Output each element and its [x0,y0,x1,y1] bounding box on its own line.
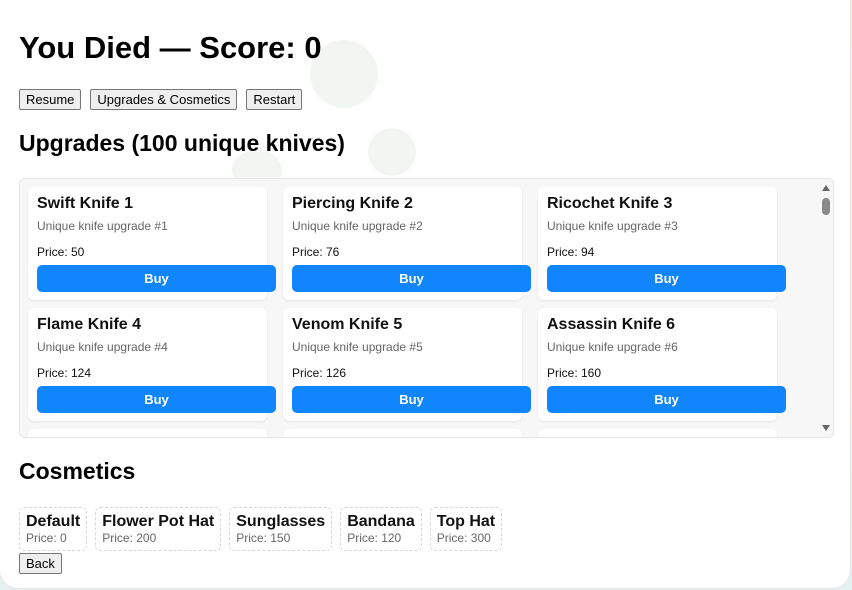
upgrade-card: Swift Knife 1 Unique knife upgrade #1 Pr… [28,187,276,300]
top-button-bar: Resume Upgrades & Cosmetics Restart [19,89,303,110]
upgrade-card: Assassin Knife 6 Unique knife upgrade #6… [538,308,786,421]
scroll-up-arrow-icon[interactable] [822,185,830,191]
cosmetic-item-bandana[interactable]: Bandana Price: 120 [340,507,422,551]
upgrade-description: Unique knife upgrade #4 [37,340,168,354]
upgrade-price: Price: 94 [547,245,595,259]
upgrade-card: Flame Knife 4 Unique knife upgrade #4 Pr… [28,308,276,421]
buy-button[interactable]: Buy [547,265,786,292]
cosmetic-name: Default [26,513,81,530]
page-title: You Died — Score: 0 [19,30,322,65]
upgrade-price: Price: 160 [547,366,602,380]
cosmetic-price: Price: 120 [347,531,402,545]
cosmetic-item-default[interactable]: Default Price: 0 [19,507,88,551]
cosmetic-item-flower-pot-hat[interactable]: Flower Pot Hat Price: 200 [95,507,222,551]
buy-button[interactable]: Buy [37,265,276,292]
upgrade-name: Piercing Knife 2 [292,195,413,212]
cosmetic-item-sunglasses[interactable]: Sunglasses Price: 150 [229,507,333,551]
upgrade-card-partial [28,429,267,437]
buy-button[interactable]: Buy [292,265,531,292]
upgrades-cosmetics-button[interactable]: Upgrades & Cosmetics [90,89,238,110]
upgrade-name: Flame Knife 4 [37,316,142,333]
upgrade-card-partial [283,429,522,437]
upgrade-name: Swift Knife 1 [37,195,134,212]
cosmetic-price: Price: 150 [236,531,291,545]
scrollbar-thumb[interactable] [822,198,830,215]
upgrade-price: Price: 124 [37,366,92,380]
upgrade-card: Venom Knife 5 Unique knife upgrade #5 Pr… [283,308,531,421]
back-button[interactable]: Back [19,553,62,574]
cosmetic-item-top-hat[interactable]: Top Hat Price: 300 [429,507,503,551]
upgrade-description: Unique knife upgrade #1 [37,219,168,233]
background-decoration [368,128,416,176]
upgrade-price: Price: 50 [37,245,85,259]
cosmetics-heading: Cosmetics [19,458,136,484]
cosmetic-price: Price: 0 [26,531,67,545]
cosmetic-price: Price: 300 [436,531,491,545]
upgrade-description: Unique knife upgrade #6 [547,340,678,354]
restart-button[interactable]: Restart [246,89,303,110]
buy-button[interactable]: Buy [37,386,276,413]
upgrade-description: Unique knife upgrade #2 [292,219,423,233]
buy-button[interactable]: Buy [292,386,531,413]
upgrade-name: Ricochet Knife 3 [547,195,673,212]
upgrades-list[interactable]: Swift Knife 1 Unique knife upgrade #1 Pr… [19,178,834,438]
cosmetic-name: Flower Pot Hat [102,513,215,530]
cosmetic-name: Bandana [347,513,415,530]
upgrade-name: Assassin Knife 6 [547,316,676,333]
cosmetics-list: Default Price: 0 Flower Pot Hat Price: 2… [19,507,503,551]
cosmetic-name: Top Hat [436,513,496,530]
upgrade-card: Piercing Knife 2 Unique knife upgrade #2… [283,187,531,300]
upgrade-price: Price: 126 [292,366,347,380]
upgrade-description: Unique knife upgrade #3 [547,219,678,233]
buy-button[interactable]: Buy [547,386,786,413]
upgrade-card-partial [538,429,777,437]
scroll-down-arrow-icon[interactable] [822,425,830,431]
upgrade-description: Unique knife upgrade #5 [292,340,423,354]
cosmetic-name: Sunglasses [236,513,326,530]
upgrade-card: Ricochet Knife 3 Unique knife upgrade #3… [538,187,786,300]
game-over-panel: You Died — Score: 0 Resume Upgrades & Co… [0,0,850,588]
upgrade-name: Venom Knife 5 [292,316,403,333]
upgrades-scrollbar[interactable] [819,179,833,437]
upgrades-heading: Upgrades (100 unique knives) [19,130,345,156]
upgrade-price: Price: 76 [292,245,340,259]
cosmetic-price: Price: 200 [102,531,157,545]
resume-button[interactable]: Resume [19,89,82,110]
